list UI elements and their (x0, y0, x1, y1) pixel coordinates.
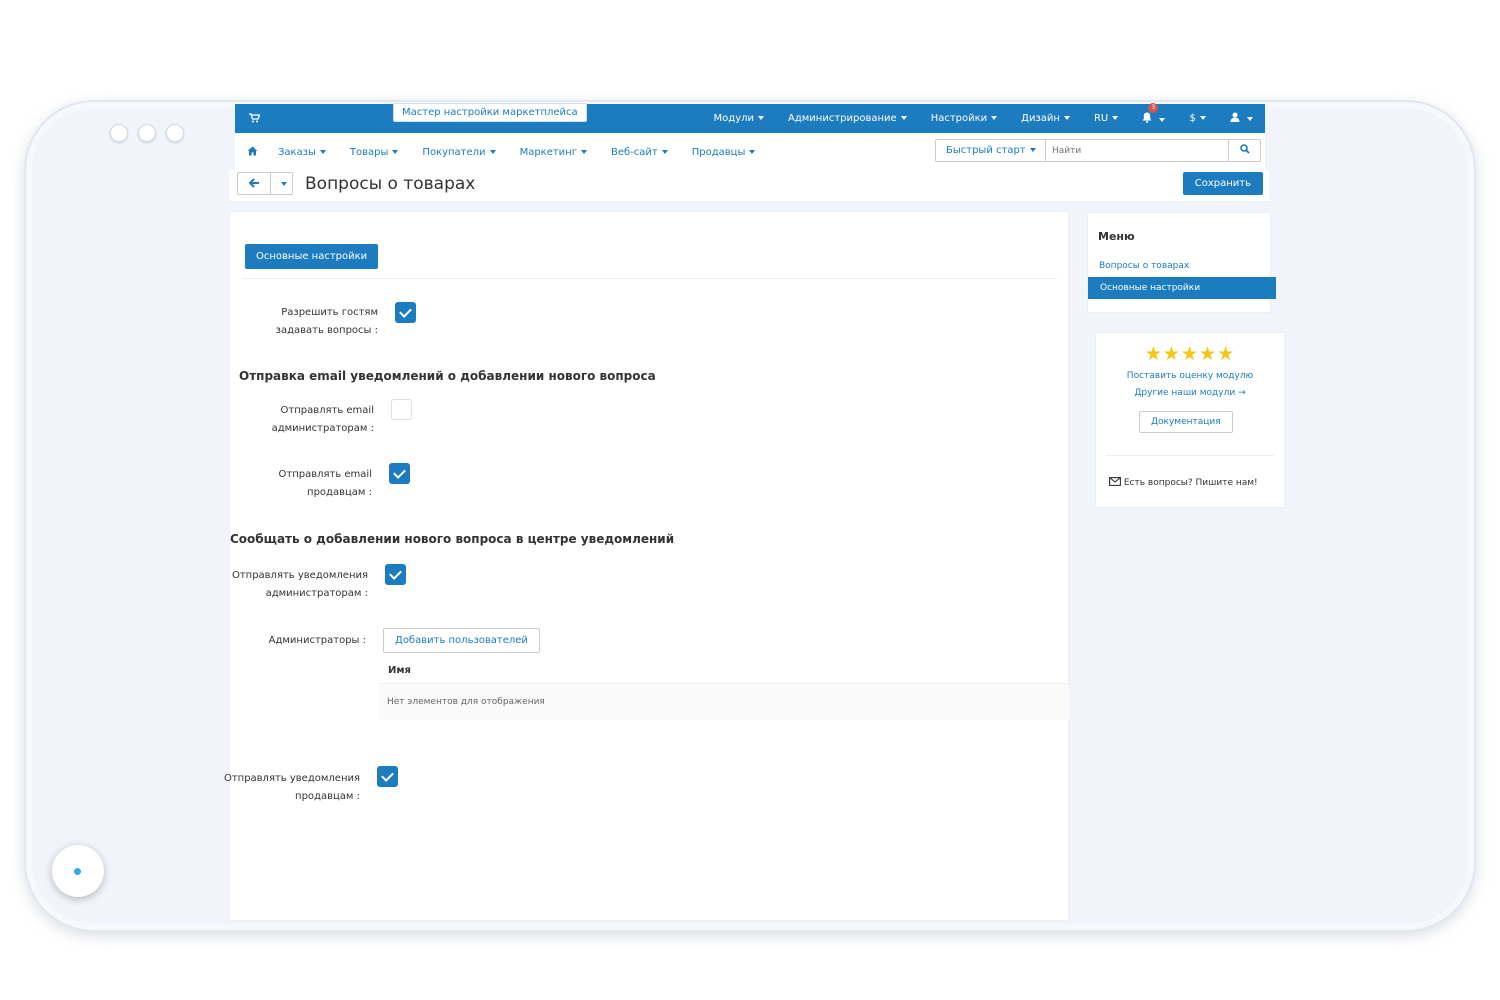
add-users-button[interactable]: Добавить пользователей (383, 628, 540, 653)
window-dot[interactable] (138, 124, 156, 142)
email-admins-label: Отправлять email администраторам : (260, 402, 374, 438)
administrators-table: Имя Нет элементов для отображения (379, 658, 1069, 720)
label-line: продавцам : (295, 791, 360, 802)
menu-modules[interactable]: Модули (702, 113, 776, 124)
documentation-button[interactable]: Документация (1139, 411, 1233, 433)
label-line: Отправлять уведомления (231, 570, 368, 581)
sidebar-item-general-settings[interactable]: Основные настройки (1088, 277, 1276, 299)
allow-guests-label: Разрешить гостям задавать вопросы : (270, 304, 378, 340)
bell-icon (1142, 112, 1155, 126)
envelope-icon (1109, 477, 1124, 488)
sidebar-menu: Меню Вопросы о товарах Основные настройк… (1087, 212, 1276, 313)
tab-general-settings[interactable]: Основные настройки (245, 244, 379, 269)
notify-vendors-label: Отправлять уведомления продавцам : (220, 770, 360, 806)
email-vendors-checkbox[interactable] (389, 463, 410, 484)
star-icon: ★ (1217, 343, 1236, 365)
settings-panel: Основные настройки Разрешить гостям зада… (224, 211, 1069, 921)
sidebar-item-questions[interactable]: Вопросы о товарах (1099, 261, 1189, 271)
top-menu: Модули Администрирование Настройки Дизай… (702, 102, 1265, 133)
search-box (1045, 139, 1261, 162)
nav-customers[interactable]: Покупатели (410, 147, 507, 158)
label-line: администраторам : (265, 588, 368, 599)
module-info-panel: ★★★★★ Поставить оценку модулю Другие наш… (1095, 332, 1285, 508)
administrators-label: Администраторы : (268, 635, 366, 646)
star-icon: ★ (1162, 343, 1181, 365)
search-button[interactable] (1228, 140, 1260, 161)
contact-text: Есть вопросы? Пишите нам! (1123, 478, 1258, 488)
user-icon (1230, 112, 1243, 125)
search-input[interactable] (1046, 140, 1228, 161)
save-button[interactable]: Сохранить (1182, 172, 1263, 195)
contact-link[interactable]: Есть вопросы? Пишите нам! (1109, 477, 1258, 488)
notify-admins-checkbox[interactable] (385, 564, 406, 585)
column-header-name: Имя (379, 658, 1069, 684)
back-button-group (237, 172, 293, 195)
star-icon: ★ (1180, 343, 1200, 365)
notifications-button[interactable]: 3 (1130, 102, 1177, 126)
label-line: Отправлять email (280, 405, 375, 416)
home-icon[interactable] (247, 146, 258, 159)
label-line: Отправлять уведомления (223, 773, 360, 784)
section-title-notification-center: Сообщать о добавлении нового вопроса в ц… (230, 532, 675, 546)
cart-icon[interactable] (249, 113, 261, 126)
currency-selector[interactable]: $ (1177, 113, 1217, 124)
language-selector[interactable]: RU (1082, 113, 1130, 124)
search-icon (1239, 144, 1250, 157)
rate-module-link[interactable]: Поставить оценку модулю (1096, 371, 1284, 381)
allow-guests-checkbox[interactable] (395, 302, 416, 323)
divider (1106, 455, 1274, 456)
label-line: задавать вопросы : (275, 325, 378, 336)
email-admins-checkbox[interactable] (391, 399, 412, 420)
window-controls (110, 124, 184, 142)
star-icon: ★ (1199, 343, 1218, 365)
quick-start-button[interactable]: Быстрый старт (935, 139, 1047, 162)
nav-orders[interactable]: Заказы (266, 147, 338, 158)
rating-stars[interactable]: ★★★★★ (1096, 343, 1284, 365)
divider (242, 278, 1057, 279)
nav-marketing[interactable]: Маркетинг (508, 147, 599, 158)
notify-admins-label: Отправлять уведомления администраторам : (230, 567, 368, 603)
section-title-email: Отправка email уведомлений о добавлении … (239, 369, 656, 383)
marketplace-wizard-button[interactable]: Мастер настройки маркетплейса (393, 103, 587, 122)
brand-badge[interactable] (52, 845, 104, 897)
user-menu[interactable] (1218, 112, 1265, 125)
nav-products[interactable]: Товары (338, 147, 411, 158)
star-icon: ★ (1144, 343, 1163, 365)
label-line: Разрешить гостям (281, 307, 378, 318)
quick-start-label: Быстрый старт (946, 145, 1026, 156)
email-vendors-label: Отправлять email продавцам : (260, 466, 373, 502)
menu-design[interactable]: Дизайн (1009, 113, 1082, 124)
brand-logo-icon (73, 867, 81, 875)
window-dot[interactable] (110, 124, 128, 142)
nav-vendors[interactable]: Продавцы (680, 147, 768, 158)
top-admin-bar: Мастер настройки маркетплейса Модули Адм… (235, 102, 1265, 133)
label-line: администраторам : (271, 423, 374, 434)
notification-count-badge: 3 (1148, 102, 1159, 113)
empty-table-message: Нет элементов для отображения (379, 684, 1069, 720)
page-header: Вопросы о товарах Сохранить (229, 170, 1269, 202)
arrow-left-icon (248, 177, 260, 191)
history-dropdown-button[interactable] (271, 173, 292, 194)
window-dot[interactable] (166, 124, 184, 142)
menu-administration[interactable]: Администрирование (776, 113, 919, 124)
other-modules-link[interactable]: Другие наши модули → (1096, 388, 1284, 398)
notify-vendors-checkbox[interactable] (377, 766, 398, 787)
label-line: продавцам : (307, 487, 372, 498)
sidebar-menu-title: Меню (1098, 230, 1135, 243)
menu-settings[interactable]: Настройки (919, 113, 1009, 124)
nav-website[interactable]: Веб-сайт (599, 147, 680, 158)
main-nav: Заказы Товары Покупатели Маркетинг Веб-с… (235, 133, 1265, 171)
page-title: Вопросы о товарах (305, 174, 476, 194)
label-line: Отправлять email (278, 469, 373, 480)
back-button[interactable] (238, 173, 271, 194)
